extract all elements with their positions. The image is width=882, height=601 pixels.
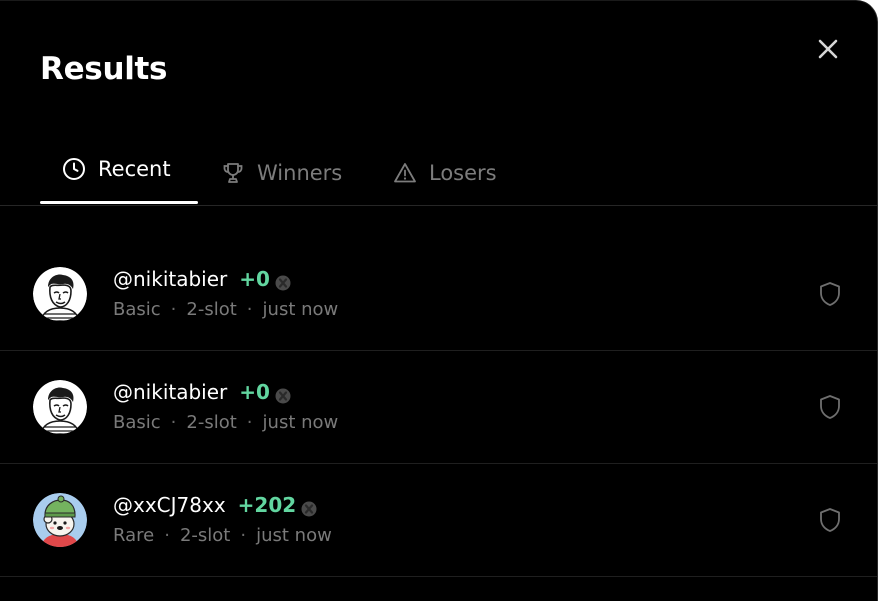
shield-button[interactable] bbox=[818, 281, 842, 307]
shield-button[interactable] bbox=[818, 394, 842, 420]
sketch-portrait-avatar-icon bbox=[33, 267, 87, 321]
tab-recent[interactable]: Recent bbox=[62, 137, 171, 201]
tier: Basic bbox=[113, 412, 161, 433]
username-line: @nikitabier +0 bbox=[113, 379, 291, 405]
separator-dot: · bbox=[240, 525, 247, 546]
separator-dot: · bbox=[246, 299, 253, 320]
timestamp: just now bbox=[256, 525, 332, 546]
bear-with-beanie-avatar-icon bbox=[33, 493, 87, 547]
coin-icon bbox=[275, 384, 291, 404]
close-button[interactable] bbox=[812, 33, 844, 65]
results-dialog: Results Recent Winners Losers @nikitabie… bbox=[0, 0, 878, 601]
result-row[interactable]: @xxCJ78xx +202 Rare · 2-slot · just now bbox=[0, 464, 877, 577]
score-delta: +0 bbox=[239, 380, 270, 404]
separator-dot: · bbox=[170, 299, 177, 320]
slots: 2-slot bbox=[186, 412, 237, 433]
tab-winners[interactable]: Winners bbox=[221, 141, 342, 205]
shield-icon bbox=[820, 282, 840, 306]
separator-dot: · bbox=[246, 412, 253, 433]
tab-losers-label: Losers bbox=[429, 161, 497, 185]
result-row[interactable]: @nikitabier +0 Basic · 2-slot · just now bbox=[0, 351, 877, 464]
results-list: @nikitabier +0 Basic · 2-slot · just now bbox=[0, 238, 877, 577]
timestamp: just now bbox=[262, 299, 339, 320]
separator-dot: · bbox=[170, 412, 177, 433]
avatar[interactable] bbox=[33, 493, 87, 547]
shield-icon bbox=[820, 508, 840, 532]
result-meta: Basic · 2-slot · just now bbox=[113, 298, 338, 322]
shield-button[interactable] bbox=[818, 507, 842, 533]
result-meta: Rare · 2-slot · just now bbox=[113, 524, 332, 548]
username-line: @xxCJ78xx +202 bbox=[113, 492, 317, 518]
tab-winners-label: Winners bbox=[257, 161, 343, 185]
coin-icon bbox=[301, 497, 317, 517]
avatar[interactable] bbox=[33, 380, 87, 434]
tier: Rare bbox=[113, 525, 155, 546]
slots: 2-slot bbox=[179, 525, 231, 546]
username[interactable]: @nikitabier bbox=[113, 266, 227, 292]
separator-dot: · bbox=[164, 525, 170, 546]
score-delta: +0 bbox=[239, 267, 270, 291]
results-tabs: Recent Winners Losers bbox=[0, 141, 877, 205]
score-delta: +202 bbox=[237, 493, 297, 517]
trophy-icon bbox=[221, 161, 245, 185]
sketch-portrait-avatar-icon bbox=[33, 380, 87, 434]
clock-icon bbox=[62, 157, 86, 181]
tier: Basic bbox=[113, 299, 161, 320]
result-row[interactable]: @nikitabier +0 Basic · 2-slot · just now bbox=[0, 238, 877, 351]
slots: 2-slot bbox=[186, 299, 237, 320]
active-tab-indicator bbox=[40, 201, 198, 204]
username[interactable]: @xxCJ78xx bbox=[113, 492, 226, 518]
tabs-divider bbox=[0, 205, 877, 206]
username-line: @nikitabier +0 bbox=[113, 266, 291, 292]
result-meta: Basic · 2-slot · just now bbox=[113, 411, 338, 435]
close-icon bbox=[818, 39, 838, 59]
coin-icon bbox=[275, 271, 291, 291]
tab-recent-label: Recent bbox=[98, 157, 171, 181]
dialog-title: Results bbox=[40, 51, 168, 87]
username[interactable]: @nikitabier bbox=[113, 379, 227, 405]
avatar[interactable] bbox=[33, 267, 87, 321]
tab-losers[interactable]: Losers bbox=[393, 141, 497, 205]
timestamp: just now bbox=[262, 412, 339, 433]
warning-icon bbox=[393, 161, 417, 185]
shield-icon bbox=[820, 395, 840, 419]
